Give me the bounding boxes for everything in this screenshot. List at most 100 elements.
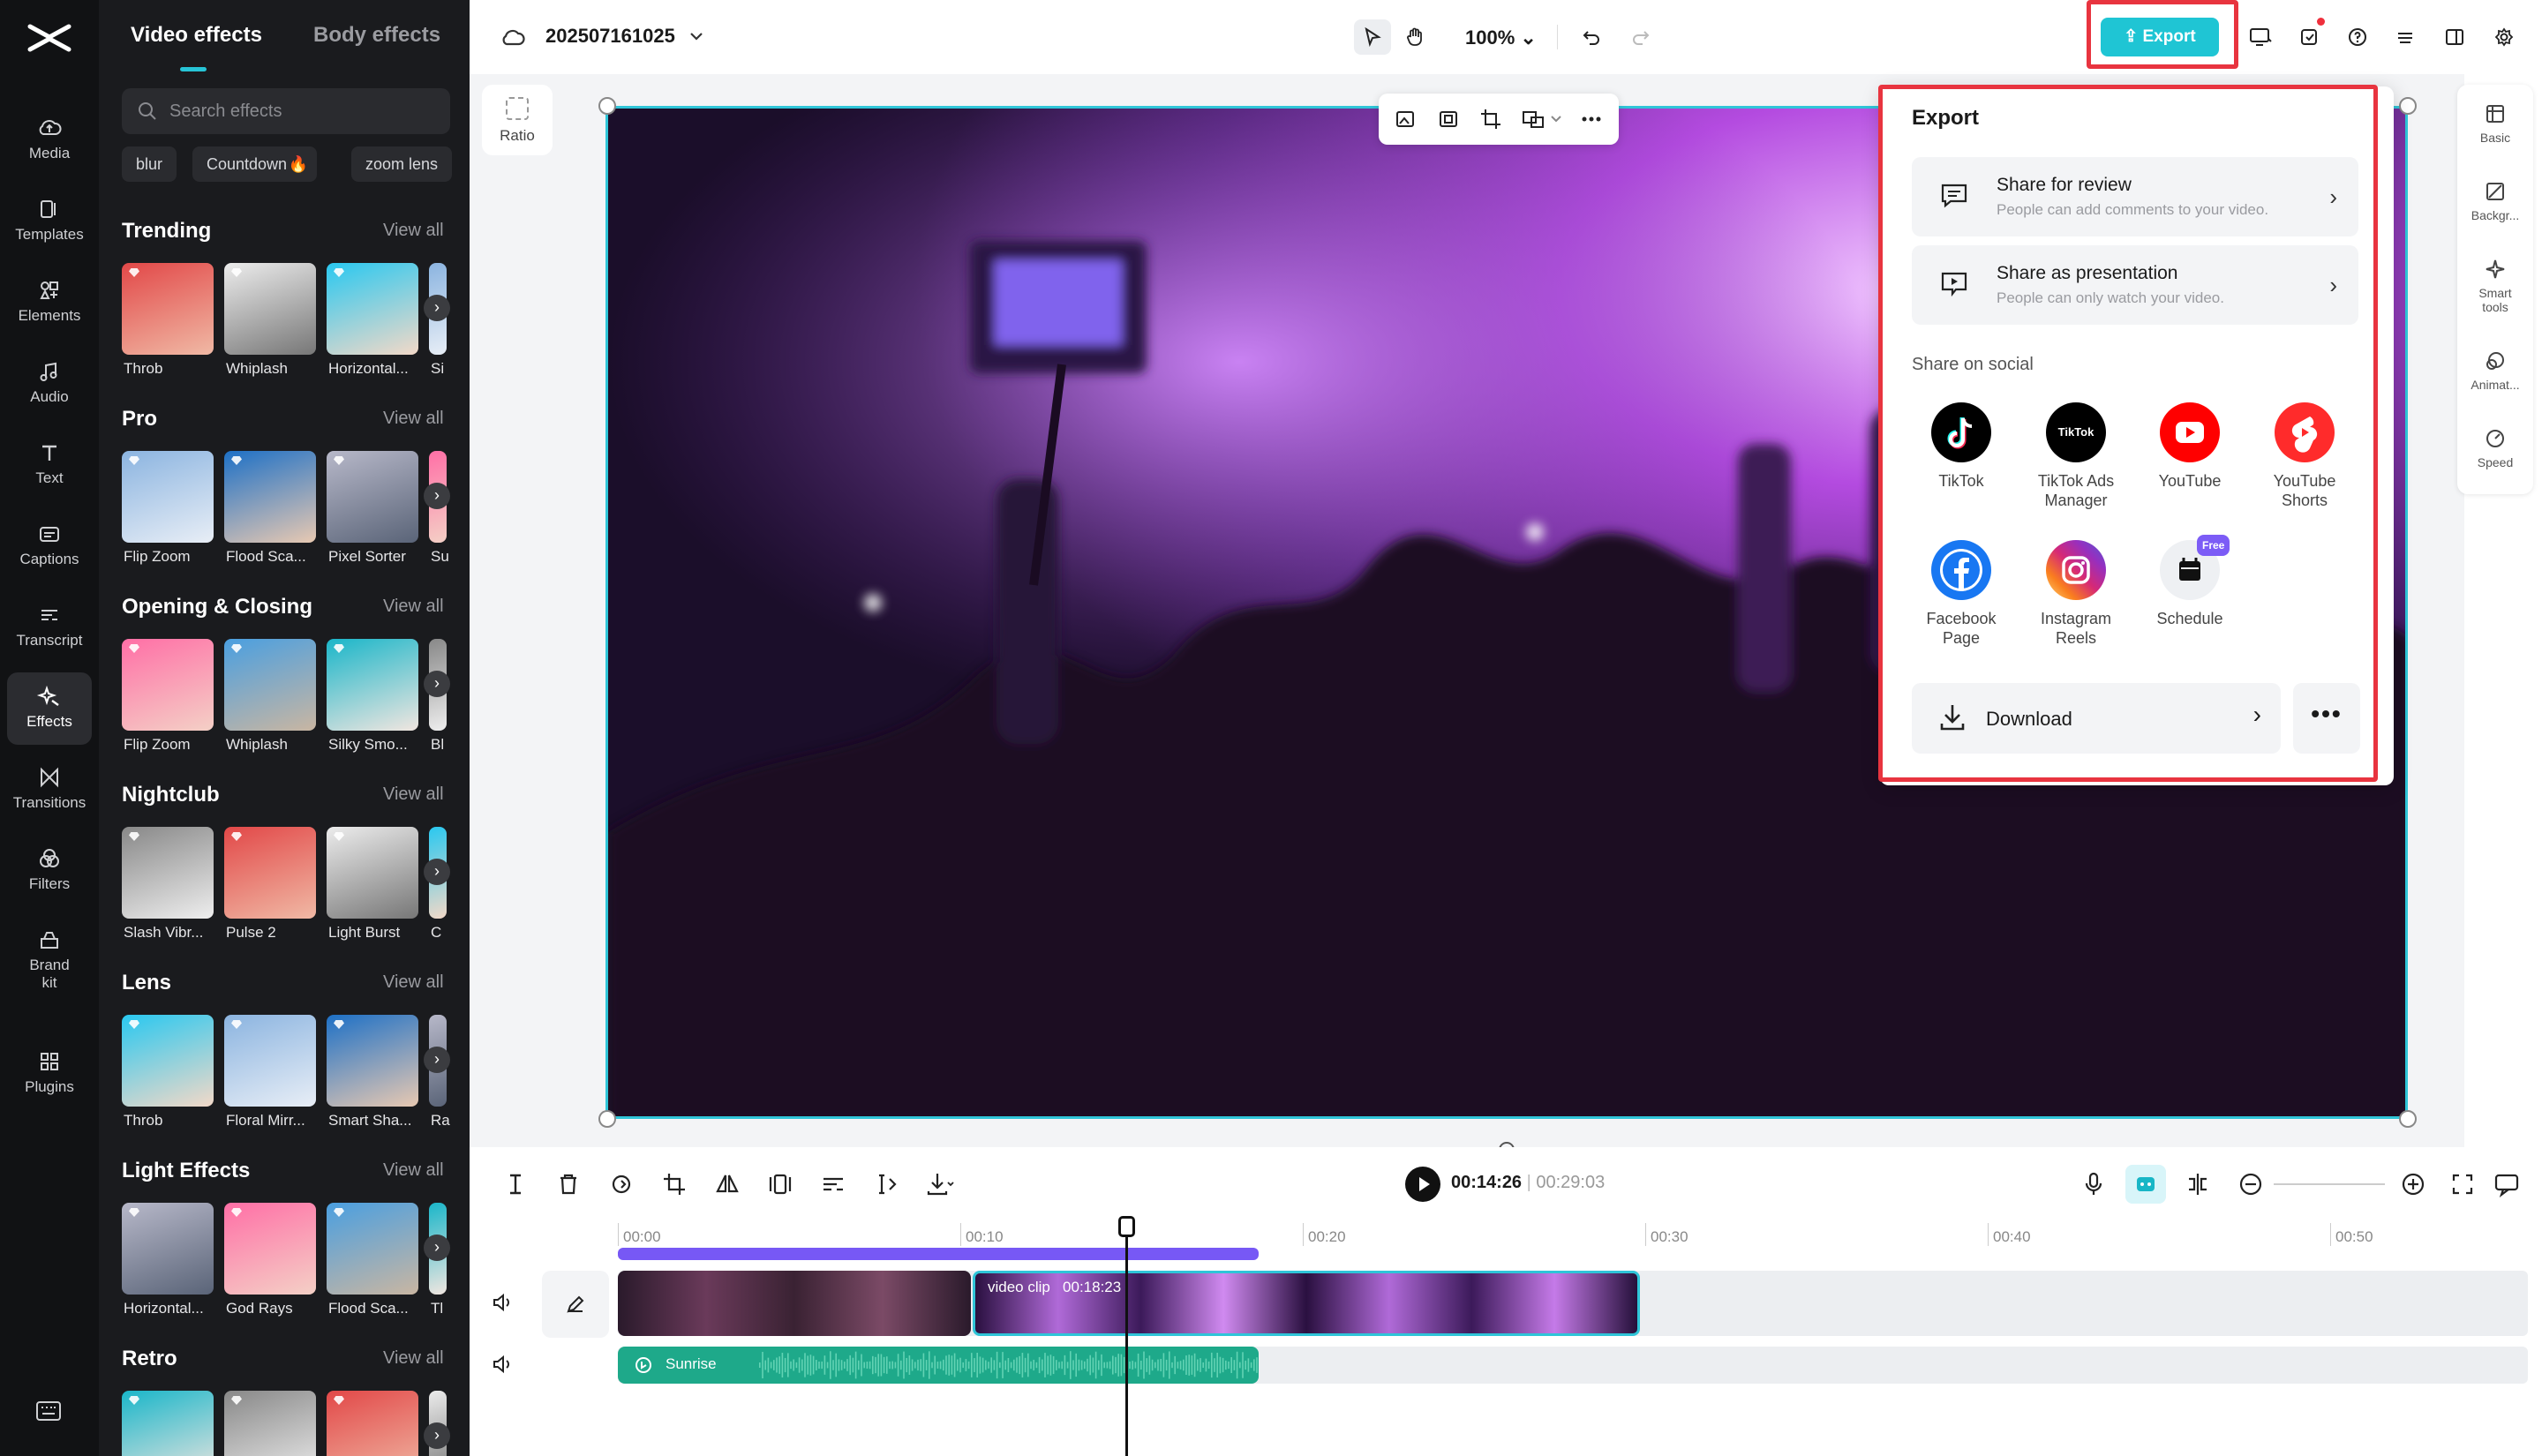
crop-tl-icon[interactable]	[658, 1168, 690, 1200]
resize-handle-bl[interactable]	[598, 1110, 616, 1128]
chip-blur[interactable]: blur	[122, 146, 177, 182]
chip-zoom-lens[interactable]: zoom lens	[351, 146, 453, 182]
trim-icon[interactable]	[870, 1168, 902, 1200]
effect-thumbnail[interactable]	[224, 1391, 316, 1456]
freeze-icon[interactable]	[764, 1168, 796, 1200]
resize-handle-br[interactable]	[2399, 1110, 2417, 1128]
zoom-out-icon[interactable]	[2235, 1168, 2267, 1200]
zoom-level[interactable]: 100% ⌄	[1465, 26, 1537, 49]
image-add-icon[interactable]	[1393, 106, 1419, 132]
overlay-clip[interactable]	[618, 1248, 1259, 1260]
effect-thumbnail[interactable]	[224, 639, 316, 731]
ratio-button[interactable]: Ratio	[482, 85, 553, 155]
download-tl-icon[interactable]	[923, 1168, 955, 1200]
rail-brand-kit[interactable]: Brand kit	[7, 916, 92, 1004]
video-clip-selected[interactable]: video clip 00:18:23	[973, 1271, 1640, 1336]
rr-background[interactable]: Backgr...	[2457, 180, 2533, 222]
auto-snap-button[interactable]	[2125, 1165, 2166, 1204]
layers-button[interactable]	[2387, 19, 2424, 55]
select-tool-button[interactable]	[1354, 19, 1391, 55]
layout-button[interactable]	[2436, 19, 2473, 55]
effect-thumbnail[interactable]	[122, 1391, 214, 1456]
effect-thumbnail[interactable]	[327, 1391, 418, 1456]
effect-thumbnail[interactable]	[224, 827, 316, 919]
volume-icon[interactable]	[491, 1354, 514, 1375]
carousel-next-button[interactable]: ›	[424, 859, 450, 885]
effect-thumbnail[interactable]	[122, 1015, 214, 1107]
rail-transcript[interactable]: Transcript	[7, 591, 92, 664]
search-effects-input[interactable]: Search effects	[122, 88, 450, 134]
effect-thumbnail[interactable]	[327, 827, 418, 919]
rail-templates[interactable]: Templates	[7, 185, 92, 258]
feedback-icon[interactable]	[2491, 1168, 2523, 1200]
rr-speed[interactable]: Speed	[2457, 427, 2533, 469]
zoom-slider[interactable]	[2274, 1183, 2385, 1185]
play-button[interactable]	[1405, 1167, 1440, 1202]
view-all-link[interactable]: View all	[383, 1348, 444, 1369]
split-cursor-icon[interactable]	[500, 1168, 531, 1200]
carousel-next-button[interactable]: ›	[424, 1235, 450, 1261]
carousel-next-button[interactable]: ›	[424, 1422, 450, 1449]
effect-thumbnail[interactable]	[224, 1015, 316, 1107]
chevron-down-icon[interactable]	[688, 30, 704, 42]
effect-thumbnail[interactable]	[327, 639, 418, 731]
microphone-icon[interactable]	[2078, 1168, 2110, 1200]
undo-button[interactable]	[1573, 19, 1610, 55]
rr-animation[interactable]: Animat...	[2457, 349, 2533, 392]
view-all-link[interactable]: View all	[383, 1160, 444, 1181]
view-all-link[interactable]: View all	[383, 597, 444, 617]
view-all-link[interactable]: View all	[383, 972, 444, 993]
effect-thumbnail[interactable]	[224, 1203, 316, 1295]
frame-icon[interactable]	[1435, 106, 1462, 132]
carousel-next-button[interactable]: ›	[424, 295, 450, 321]
rail-text[interactable]: Text	[7, 429, 92, 501]
carousel-next-button[interactable]: ›	[424, 1047, 450, 1073]
fullscreen-icon[interactable]	[2447, 1168, 2478, 1200]
resize-handle-tr[interactable]	[2399, 97, 2417, 115]
split-audio-icon[interactable]	[2182, 1168, 2214, 1200]
settings-button[interactable]	[2486, 19, 2523, 55]
effect-thumbnail[interactable]	[122, 827, 214, 919]
effect-thumbnail[interactable]	[122, 263, 214, 355]
track-cover-edit[interactable]	[542, 1271, 609, 1338]
effect-thumbnail[interactable]	[224, 451, 316, 543]
volume-icon[interactable]	[491, 1292, 514, 1313]
rail-filters[interactable]: Filters	[7, 835, 92, 907]
help-button[interactable]	[2339, 19, 2376, 55]
resize-handle-tl[interactable]	[598, 97, 616, 115]
audio-clip[interactable]: Sunrise	[618, 1347, 1259, 1384]
rail-effects[interactable]: Effects	[7, 672, 92, 745]
view-all-link[interactable]: View all	[383, 409, 444, 429]
video-clip-1[interactable]	[618, 1271, 971, 1336]
keyboard-icon[interactable]	[35, 1400, 62, 1422]
rail-captions[interactable]: Captions	[7, 510, 92, 582]
rail-transitions[interactable]: Transitions	[7, 754, 92, 826]
view-all-link[interactable]: View all	[383, 784, 444, 805]
hand-tool-button[interactable]	[1396, 19, 1433, 55]
cloud-icon[interactable]	[500, 25, 526, 48]
redo-button[interactable]	[1622, 19, 1659, 55]
playhead[interactable]	[1125, 1220, 1128, 1456]
chevron-down-small-icon[interactable]	[1548, 106, 1564, 132]
playhead-handle[interactable]	[1118, 1216, 1135, 1237]
effect-thumbnail[interactable]	[327, 1015, 418, 1107]
rail-audio[interactable]: Audio	[7, 348, 92, 420]
present-button[interactable]	[2242, 19, 2279, 55]
tab-video-effects[interactable]: Video effects	[131, 23, 262, 48]
effect-thumbnail[interactable]	[224, 263, 316, 355]
rail-elements[interactable]: Elements	[7, 266, 92, 339]
carousel-next-button[interactable]: ›	[424, 483, 450, 509]
crop-icon[interactable]	[1478, 106, 1504, 132]
mirror-icon[interactable]	[711, 1168, 743, 1200]
rr-smart-tools[interactable]: Smart tools	[2457, 258, 2533, 314]
rail-plugins[interactable]: Plugins	[7, 1038, 92, 1110]
carousel-next-button[interactable]: ›	[424, 671, 450, 697]
chip-countdown[interactable]: Countdown 🔥	[192, 146, 318, 182]
replace-icon[interactable]	[1520, 106, 1546, 132]
effect-thumbnail[interactable]	[122, 1203, 214, 1295]
effect-thumbnail[interactable]	[122, 639, 214, 731]
effect-thumbnail[interactable]	[327, 451, 418, 543]
rotate-clip-icon[interactable]	[605, 1168, 637, 1200]
delete-icon[interactable]	[553, 1168, 584, 1200]
view-all-link[interactable]: View all	[383, 221, 444, 241]
